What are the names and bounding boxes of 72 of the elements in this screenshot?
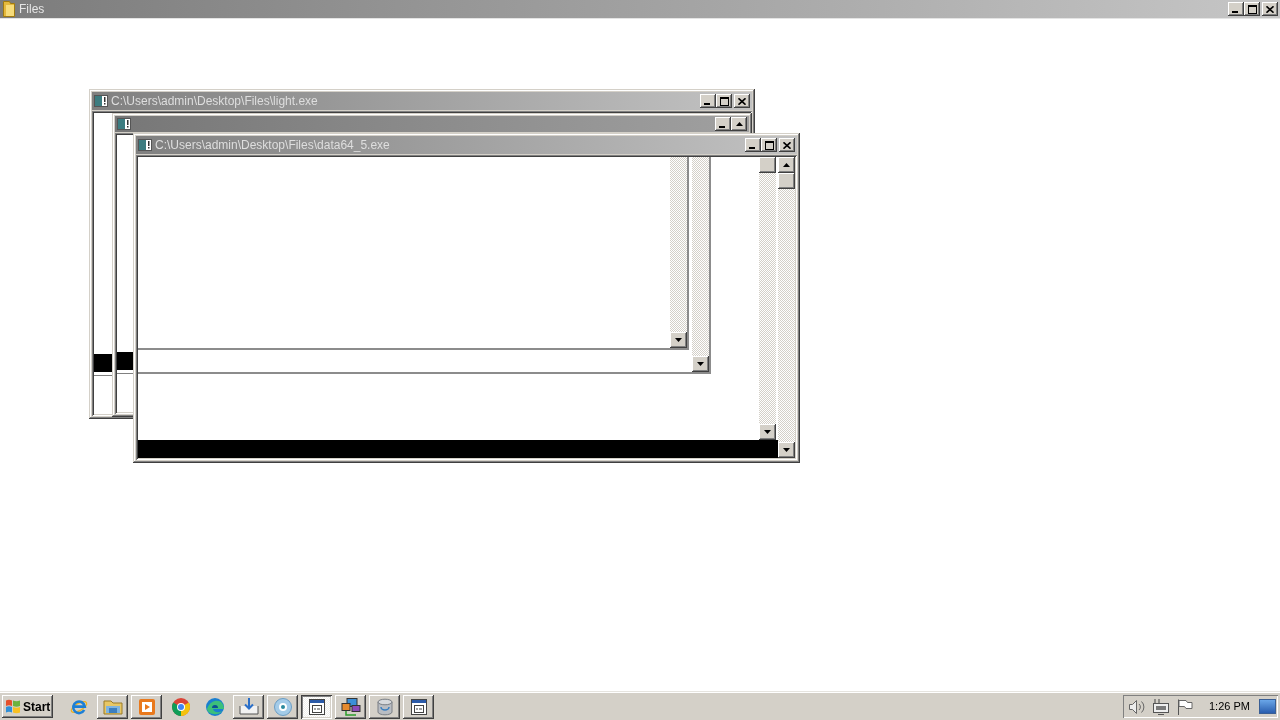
download-icon xyxy=(238,698,259,715)
scroll-thumb[interactable] xyxy=(778,173,795,189)
minimize-button[interactable] xyxy=(745,138,761,152)
browser-icon xyxy=(171,697,190,716)
minimize-button[interactable] xyxy=(1228,2,1244,16)
close-button[interactable] xyxy=(779,138,795,152)
speaker-icon xyxy=(1129,699,1145,714)
taskbar-button[interactable] xyxy=(301,694,332,719)
scroll-down-button[interactable] xyxy=(692,356,709,372)
network-icon xyxy=(340,697,361,716)
caret-up-icon xyxy=(783,163,790,167)
browser-icon xyxy=(69,697,88,716)
minimize-button[interactable] xyxy=(715,117,731,131)
scroll-up-button[interactable] xyxy=(778,157,795,173)
folder-icon xyxy=(3,1,15,17)
logo-icon xyxy=(5,699,21,714)
scrollbar[interactable] xyxy=(670,157,687,348)
minimize-icon xyxy=(703,103,710,105)
flag-icon xyxy=(1177,698,1193,715)
scroll-down-button[interactable] xyxy=(759,424,776,440)
caret-down-icon xyxy=(675,338,682,342)
taskbar-button[interactable] xyxy=(335,694,366,719)
start-button[interactable]: Start xyxy=(2,695,53,718)
browser-icon xyxy=(205,697,224,716)
maximize-icon xyxy=(764,140,774,150)
network-icon xyxy=(1152,698,1170,715)
minimize-icon xyxy=(748,147,755,149)
taskbar-button[interactable] xyxy=(267,694,298,719)
clock: 1:26 PM xyxy=(1209,700,1250,713)
taskbar-button[interactable] xyxy=(403,694,434,719)
maximize-button[interactable] xyxy=(716,94,732,108)
minimize-icon xyxy=(1231,11,1238,13)
taskbar-button[interactable] xyxy=(97,694,128,719)
window-title: Files xyxy=(19,2,45,16)
caret-down-icon xyxy=(697,362,704,366)
scroll-down-button[interactable] xyxy=(670,332,687,348)
folder-icon xyxy=(102,698,123,715)
disc-icon xyxy=(273,697,292,716)
maximize-button[interactable] xyxy=(761,138,777,152)
scroll-up-button[interactable] xyxy=(731,117,747,131)
scrollbar[interactable] xyxy=(778,157,795,458)
close-icon xyxy=(783,141,791,149)
app-window-icon xyxy=(138,139,152,151)
caret-up-icon xyxy=(735,122,743,126)
window-title: C:\Users\admin\Desktop\Files\data64_5.exe xyxy=(155,138,390,152)
scrollbar[interactable] xyxy=(692,157,709,372)
maximize-icon xyxy=(719,96,729,106)
cylinder-icon xyxy=(375,697,394,716)
maximize-button[interactable] xyxy=(1244,2,1260,16)
taskbar-button[interactable] xyxy=(131,694,162,719)
console-output-area xyxy=(117,352,133,370)
play-icon xyxy=(138,698,155,715)
scroll-thumb[interactable] xyxy=(759,157,776,173)
taskbar-button[interactable] xyxy=(369,694,400,719)
maximize-icon xyxy=(1247,4,1257,14)
console-output-area xyxy=(94,354,112,372)
scrollbar[interactable] xyxy=(759,157,776,440)
scroll-down-button[interactable] xyxy=(778,442,795,458)
app-window-icon xyxy=(117,118,131,130)
close-button[interactable] xyxy=(734,94,750,108)
caret-down-icon xyxy=(783,448,790,452)
close-icon xyxy=(738,97,746,105)
caret-down-icon xyxy=(764,430,771,434)
window-title: C:\Users\admin\Desktop\Files\light.exe xyxy=(111,94,318,108)
console-window-icon xyxy=(410,698,427,715)
console-window-icon xyxy=(308,698,325,715)
minimize-button[interactable] xyxy=(700,94,716,108)
app-window-icon xyxy=(94,95,108,107)
close-button[interactable] xyxy=(1262,2,1278,16)
minimize-icon xyxy=(718,126,725,128)
close-icon xyxy=(1266,5,1274,13)
taskbar-button[interactable] xyxy=(233,694,264,719)
